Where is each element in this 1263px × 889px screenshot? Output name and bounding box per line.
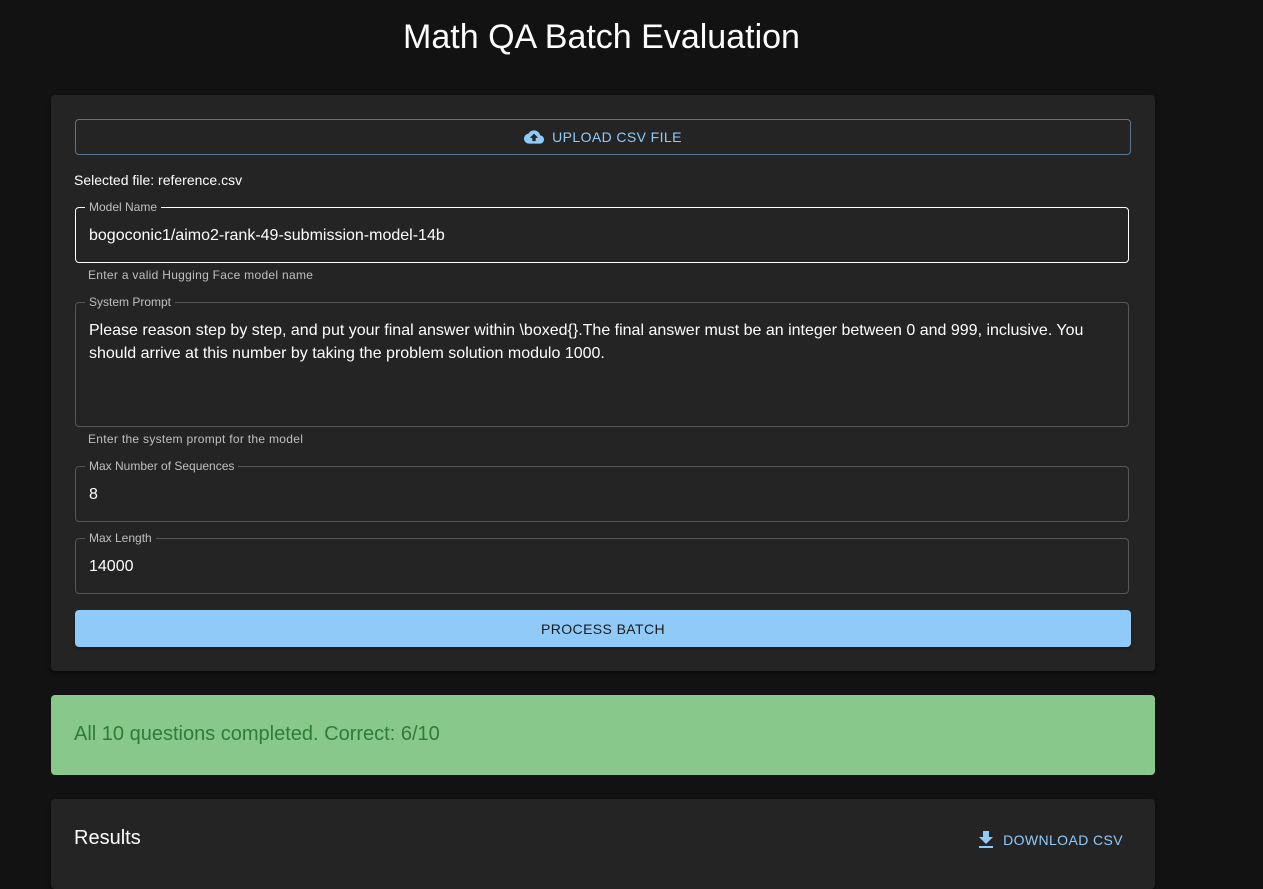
system-prompt-label: System Prompt	[85, 295, 176, 309]
model-name-field[interactable]: Model Name bogoconic1/aimo2-rank-49-subm…	[75, 200, 1129, 263]
max-sequences-input[interactable]: 8	[89, 483, 1114, 506]
download-csv-button[interactable]: DOWNLOAD CSV	[979, 831, 1123, 848]
max-length-input[interactable]: 14000	[89, 555, 1114, 578]
model-name-label: Model Name	[85, 200, 162, 214]
results-card: Results DOWNLOAD CSV	[51, 799, 1155, 889]
max-sequences-label: Max Number of Sequences	[85, 459, 239, 473]
selected-file-text: Selected file: reference.csv	[74, 172, 243, 188]
max-length-field[interactable]: Max Length 14000	[75, 531, 1129, 594]
system-prompt-field[interactable]: System Prompt Please reason step by step…	[75, 295, 1129, 427]
upload-csv-button[interactable]: UPLOAD CSV FILE	[75, 119, 1131, 155]
model-name-input[interactable]: bogoconic1/aimo2-rank-49-submission-mode…	[89, 224, 1114, 247]
max-length-label: Max Length	[85, 531, 156, 545]
upload-csv-label: UPLOAD CSV FILE	[552, 129, 682, 145]
download-icon	[979, 831, 1003, 848]
page-title: Math QA Batch Evaluation	[403, 18, 800, 56]
download-csv-label: DOWNLOAD CSV	[1003, 831, 1123, 848]
results-title: Results	[74, 827, 141, 849]
status-message: All 10 questions completed. Correct: 6/1…	[74, 723, 440, 745]
system-prompt-textarea[interactable]: Please reason step by step, and put your…	[89, 319, 1114, 365]
cloud-upload-icon	[524, 129, 552, 145]
process-batch-button[interactable]: PROCESS BATCH	[75, 610, 1131, 647]
status-banner: All 10 questions completed. Correct: 6/1…	[51, 695, 1155, 775]
max-sequences-field[interactable]: Max Number of Sequences 8	[75, 459, 1129, 522]
evaluation-form-card: UPLOAD CSV FILE Selected file: reference…	[51, 95, 1155, 671]
system-prompt-helper: Enter the system prompt for the model	[88, 432, 304, 446]
model-name-helper: Enter a valid Hugging Face model name	[88, 268, 314, 282]
